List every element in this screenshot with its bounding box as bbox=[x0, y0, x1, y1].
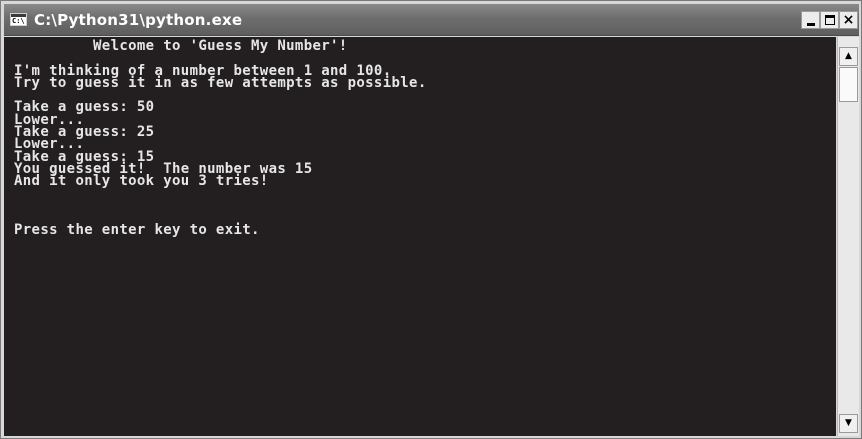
scroll-up-button[interactable]: ▲ bbox=[839, 47, 858, 66]
console-line: And it only took you 3 tries! bbox=[14, 173, 269, 190]
minimize-button[interactable] bbox=[801, 11, 820, 29]
vertical-scrollbar[interactable]: ▲ ▼ bbox=[837, 37, 859, 436]
arrow-up-icon: ▲ bbox=[845, 51, 852, 61]
scrollbar-thumb[interactable] bbox=[839, 67, 858, 102]
window-title: C:\Python31\python.exe bbox=[34, 11, 243, 29]
console-line: Press the enter key to exit. bbox=[14, 222, 260, 239]
maximize-button[interactable] bbox=[820, 11, 839, 29]
minimize-icon bbox=[807, 23, 815, 26]
title-bar[interactable]: C:\ C:\Python31\python.exe × bbox=[4, 4, 859, 36]
console-line: Welcome to 'Guess My Number'! bbox=[14, 38, 348, 54]
maximize-icon bbox=[825, 15, 835, 25]
close-button[interactable]: × bbox=[839, 11, 858, 29]
console-app-icon-label: C:\ bbox=[12, 17, 25, 25]
console-window: C:\ C:\Python31\python.exe × Welcome to … bbox=[0, 0, 862, 439]
scroll-down-button[interactable]: ▼ bbox=[839, 414, 858, 433]
console-line: Take a guess: 25 bbox=[14, 124, 155, 141]
console-line: Try to guess it in as few attempts as po… bbox=[14, 74, 427, 91]
close-icon: × bbox=[842, 12, 855, 28]
console-line: Take a guess: 50 bbox=[14, 99, 155, 116]
console-output[interactable]: Welcome to 'Guess My Number'! I'm thinki… bbox=[4, 37, 836, 436]
arrow-down-icon: ▼ bbox=[845, 418, 852, 428]
console-app-icon[interactable]: C:\ bbox=[10, 13, 27, 26]
